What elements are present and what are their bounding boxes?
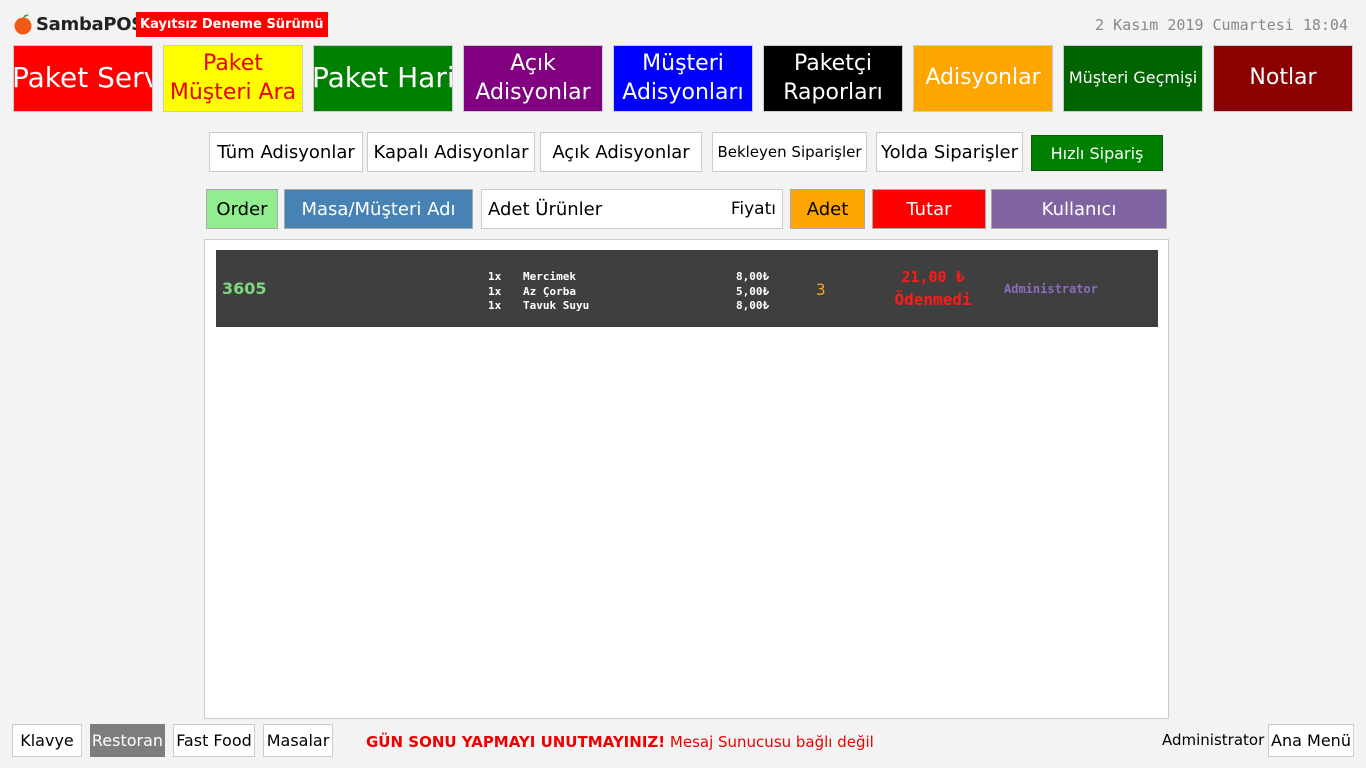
sambapos-logo-icon (14, 14, 32, 35)
fast-food-button[interactable]: Fast Food (173, 724, 255, 757)
nav-paket-harita-button[interactable]: Paket Harita (313, 45, 453, 112)
column-header-customer: Masa/Müşteri Adı (284, 189, 473, 229)
footer-warning: GÜN SONU YAPMAYI UNUTMAYINIZ! Mesaj Sunu… (366, 733, 874, 751)
order-user: Administrator (1004, 282, 1098, 296)
nav-acik-adisyonlar-button[interactable]: Açık Adisyonlar (463, 45, 603, 112)
order-number: 3605 (222, 279, 267, 298)
filter-bekleyen-siparisler-button[interactable]: Bekleyen Siparişler (712, 132, 867, 172)
masalar-button[interactable]: Masalar (263, 724, 333, 757)
message-server-status: Mesaj Sunucusu bağlı değil (669, 733, 874, 751)
end-of-day-warning: GÜN SONU YAPMAYI UNUTMAYINIZ! (366, 733, 666, 751)
nav-adisyonlar-button[interactable]: Adisyonlar (913, 45, 1053, 112)
ana-menu-button[interactable]: Ana Menü (1268, 724, 1354, 757)
klavye-button[interactable]: Klavye (12, 724, 82, 757)
nav-paket-servis-button[interactable]: Paket Servis (13, 45, 153, 112)
nav-paket-musteri-ara-button[interactable]: Paket Müşteri Ara (163, 45, 303, 112)
nav-musteri-gecmisi-button[interactable]: Müşteri Geçmişi (1063, 45, 1203, 112)
datetime-display: 2 Kasım 2019 Cumartesi 18:04 (1095, 16, 1348, 34)
current-user: Administrator (1162, 731, 1265, 749)
column-header-order: Order (206, 189, 278, 229)
order-item-count: 3 (816, 280, 826, 299)
nav-notlar-button[interactable]: Notlar (1213, 45, 1353, 112)
order-item-price: 5,00₺ (736, 285, 770, 298)
filter-acik-adisyonlar-button[interactable]: Açık Adisyonlar (540, 132, 702, 172)
order-item-price: 8,00₺ (736, 270, 770, 283)
nav-paketci-raporlari-button[interactable]: Paketçi Raporları (763, 45, 903, 112)
order-item-name: Az Çorba (523, 285, 576, 298)
filter-kapali-adisyonlar-button[interactable]: Kapalı Adisyonlar (367, 132, 535, 172)
trial-badge: Kayıtsız Deneme Sürümü (136, 12, 328, 37)
column-header-total: Tutar (872, 189, 986, 229)
hizli-siparis-button[interactable]: Hızlı Sipariş (1031, 135, 1163, 171)
column-header-items-label: Adet Ürünler (488, 198, 603, 220)
order-item-price: 8,00₺ (736, 299, 770, 312)
brand-name: SambaPOS (36, 14, 144, 35)
order-item-qty: 1x (488, 299, 502, 312)
restoran-button[interactable]: Restoran (90, 724, 165, 757)
order-item-qty: 1x (488, 285, 502, 298)
order-payment-status: Ödenmedi (894, 290, 972, 309)
nav-musteri-adisyonlari-button[interactable]: Müşteri Adisyonları (613, 45, 753, 112)
column-header-items: Adet Ürünler Fiyatı (481, 189, 783, 229)
filter-yolda-siparisler-button[interactable]: Yolda Siparişler (876, 132, 1023, 172)
order-item-name: Mercimek (523, 270, 576, 283)
column-header-price-label: Fiyatı (730, 199, 776, 219)
order-item-qty: 1x (488, 270, 502, 283)
order-item-name: Tavuk Suyu (523, 299, 590, 312)
column-header-qty: Adet (790, 189, 865, 229)
column-header-user: Kullanıcı (991, 189, 1167, 229)
order-total: 21,00 ₺ (901, 268, 965, 286)
filter-tum-adisyonlar-button[interactable]: Tüm Adisyonlar (209, 132, 363, 172)
